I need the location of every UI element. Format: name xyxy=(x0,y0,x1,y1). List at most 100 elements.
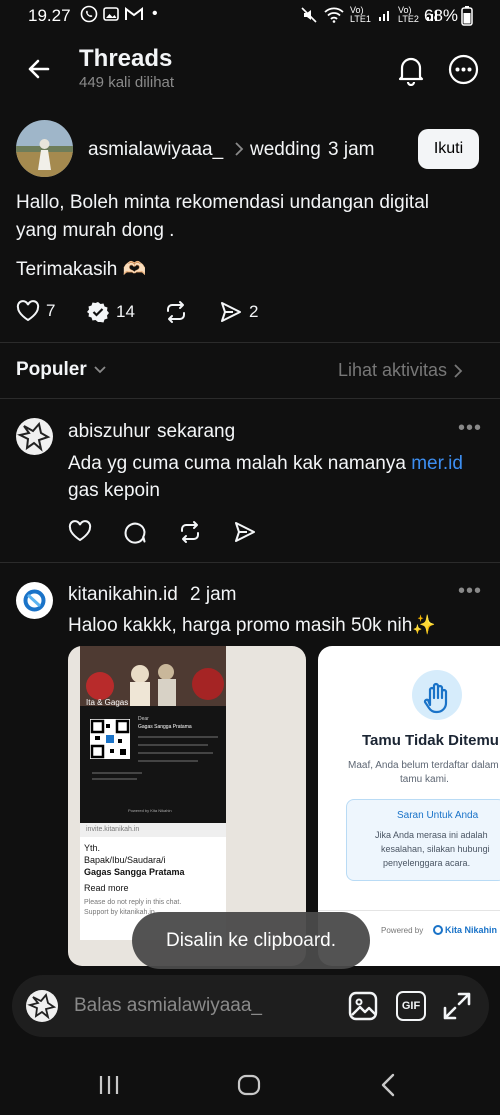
reply-time: sekarang xyxy=(157,421,236,442)
repost-icon xyxy=(178,520,202,544)
suggestion-line-2: kesalahan, silakan hubungi xyxy=(381,844,490,854)
post-text-line-1: Hallo, Boleh minta rekomendasi undangan … xyxy=(16,192,429,213)
like-count: 7 xyxy=(46,301,56,320)
invitation-detail-line xyxy=(138,760,198,762)
gif-button[interactable]: GIF xyxy=(396,991,426,1021)
send-icon xyxy=(219,300,243,324)
composer-avatar xyxy=(26,990,58,1022)
status-time: 19.27 xyxy=(28,6,71,25)
more-horizontal-icon: ••• xyxy=(458,417,483,439)
share-button[interactable]: 2 xyxy=(219,300,258,324)
share-count: 2 xyxy=(249,302,259,321)
battery-icon xyxy=(461,6,473,26)
kita-nikahin-logo-icon xyxy=(432,924,444,936)
back-button[interactable] xyxy=(26,56,52,82)
reply-link[interactable]: mer.id xyxy=(411,453,463,474)
chevron-down-icon xyxy=(93,365,107,375)
post-author-avatar[interactable] xyxy=(16,120,73,177)
invitation-detail-line xyxy=(138,752,213,754)
reply-time: 2 jam xyxy=(190,584,237,605)
reply-more-button[interactable]: ••• xyxy=(458,580,482,603)
recents-icon xyxy=(98,1074,120,1096)
battery-status: 68% xyxy=(424,6,473,26)
reply-share-button[interactable] xyxy=(233,520,257,544)
reply-text-line-1: Ada yg cuma cuma malah kak namanya mer.i… xyxy=(68,450,488,478)
qr-code xyxy=(90,719,130,759)
dot-icon: • xyxy=(152,5,158,22)
bell-icon xyxy=(396,54,426,86)
recent-apps-button[interactable] xyxy=(98,1074,120,1096)
suggestion-line-3: penyelenggara acara. xyxy=(383,858,471,868)
sim1-label: Vo) LTE1 xyxy=(350,5,371,24)
status-system-icons: Vo) LTE1 Vo) LTE2 xyxy=(300,6,440,24)
battery-percent: 68% xyxy=(424,6,459,25)
post-text-line-2: yang murah dong . xyxy=(16,220,175,241)
message-footer-2: Support by kitanikah.in xyxy=(84,909,155,916)
reply-text: Ada yg cuma cuma malah kak namanya xyxy=(68,453,412,474)
gif-label: GIF xyxy=(401,1000,421,1012)
message-recipient-2: Gagas Sangga Pratama xyxy=(84,867,185,877)
reply-text: Haloo kakkk, harga promo masih 50k nih✨ xyxy=(68,615,436,636)
message-recipient-1: Bapak/Ibu/Saudara/i xyxy=(84,855,166,865)
view-activity-label: Lihat aktivitas xyxy=(338,360,448,380)
more-horizontal-icon: ••• xyxy=(458,580,483,602)
reply-author-avatar[interactable] xyxy=(16,582,53,619)
not-found-desc-2: tamu kami. xyxy=(400,774,449,785)
view-activity-link[interactable]: Lihat aktivitas xyxy=(338,360,463,381)
hand-icon xyxy=(412,670,462,720)
divider xyxy=(0,398,500,399)
post-time: 3 jam xyxy=(328,139,375,160)
expand-button[interactable] xyxy=(442,991,472,1021)
message-footer-1: Please do not reply in this chat. xyxy=(84,899,182,906)
reply-author-avatar[interactable] xyxy=(16,418,53,455)
back-nav-button[interactable] xyxy=(380,1073,396,1097)
repost-button[interactable] xyxy=(164,300,188,324)
powered-by-label: Powered by xyxy=(381,926,424,935)
suggestion-title: Saran Untuk Anda xyxy=(397,810,479,821)
home-icon xyxy=(237,1074,261,1096)
divider xyxy=(0,562,500,563)
not-found-desc-1: Maaf, Anda belum terdaftar dalam xyxy=(348,760,499,771)
sort-dropdown[interactable]: Populer xyxy=(16,359,107,381)
invitation-powered: Powered by Kita Nikahin xyxy=(128,808,172,813)
system-navigation-bar xyxy=(0,1050,500,1115)
follow-button[interactable]: Ikuti xyxy=(418,129,479,169)
comment-icon xyxy=(123,520,147,544)
reply-button[interactable]: 14 xyxy=(86,300,135,324)
post-topic[interactable]: wedding xyxy=(250,139,321,161)
notification-button[interactable] xyxy=(396,54,426,86)
expand-icon xyxy=(442,991,472,1021)
post-author-username[interactable]: asmialawiyaaa_ xyxy=(88,139,223,161)
reply-repost-button[interactable] xyxy=(178,520,202,544)
heart-icon xyxy=(16,300,40,322)
reply-like-button[interactable] xyxy=(68,520,92,542)
not-found-title: Tamu Tidak Ditemukan xyxy=(362,732,500,749)
post-text-line-3: Terimakasih 🫶🏻 xyxy=(16,259,147,280)
invitation-guest: Gagas Sangga Pratama xyxy=(138,724,192,730)
card-divider xyxy=(318,910,500,911)
image-picker-button[interactable] xyxy=(348,991,378,1021)
status-bar: 19.27 • Vo) LTE1 Vo) LTE2 68% xyxy=(0,0,500,34)
reply-input[interactable]: Balas asmialawiyaaa_ xyxy=(74,995,262,1017)
whatsapp-icon xyxy=(80,5,98,23)
like-button[interactable]: 7 xyxy=(16,300,55,322)
reply-verified-icon xyxy=(86,300,110,324)
invitation-detail-line xyxy=(92,772,142,774)
invitation-couple-name: Ita & Gagas xyxy=(86,698,129,707)
more-options-button[interactable] xyxy=(448,54,479,85)
home-button[interactable] xyxy=(237,1074,261,1096)
reply-composer: Balas asmialawiyaaa_ GIF xyxy=(12,975,489,1037)
reply-author-username[interactable]: kitanikahin.id xyxy=(68,584,178,606)
invitation-preview: Ita & Gagas Dear Gagas Sangga Pratama Po… xyxy=(80,646,226,823)
reply-more-button[interactable]: ••• xyxy=(458,417,482,440)
brand-name: Kita Nikahin xyxy=(445,925,498,935)
invitation-dear: Dear xyxy=(138,716,149,722)
gmail-icon xyxy=(124,6,144,22)
reply-comment-button[interactable] xyxy=(123,520,147,544)
invitation-url: invite.kitanikah.in xyxy=(80,823,226,837)
reply-author-username[interactable]: abiszuhur xyxy=(68,421,150,443)
invitation-detail-line xyxy=(138,736,218,738)
chevron-right-icon xyxy=(453,363,463,379)
sort-label: Populer xyxy=(16,359,87,380)
message-read-more: Read more xyxy=(84,883,129,893)
